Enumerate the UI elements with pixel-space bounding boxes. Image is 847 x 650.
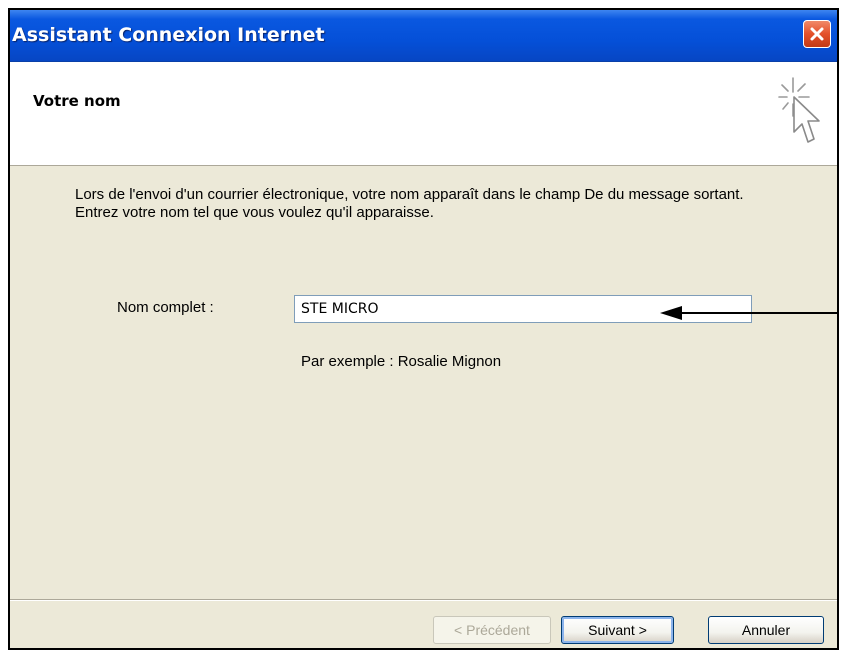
cancel-button[interactable]: Annuler (708, 616, 824, 644)
wizard-footer: < Précédent Suivant > Annuler (10, 601, 837, 648)
title-bar[interactable]: Assistant Connexion Internet (10, 10, 837, 62)
full-name-label: Nom complet : (117, 299, 214, 316)
page-title: Votre nom (33, 92, 121, 110)
window-title: Assistant Connexion Internet (12, 24, 325, 46)
wizard-header: Votre nom (10, 62, 837, 166)
wizard-window: Assistant Connexion Internet Votre nom L… (8, 8, 839, 650)
close-button[interactable] (803, 20, 831, 48)
cursor-sparkle-icon (778, 77, 820, 143)
next-button[interactable]: Suivant > (561, 616, 674, 644)
previous-button[interactable]: < Précédent (433, 616, 551, 644)
close-icon (810, 27, 824, 41)
wizard-content: Lors de l'envoi d'un courrier électroniq… (10, 167, 837, 599)
arrow-pointer-icon (660, 306, 837, 320)
description-text: Lors de l'envoi d'un courrier électroniq… (75, 186, 744, 221)
example-hint: Par exemple : Rosalie Mignon (301, 353, 502, 370)
